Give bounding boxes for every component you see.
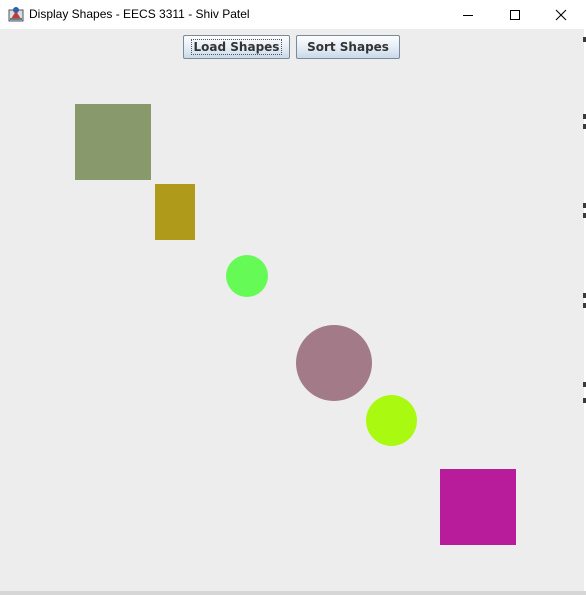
shape-circle [296,325,372,401]
minimize-button[interactable] [445,0,491,29]
load-shapes-label: Load Shapes [190,39,283,55]
minimize-icon [463,14,473,16]
maximize-icon [510,9,520,20]
app-window: Display Shapes - EECS 3311 - Shiv Patel … [0,0,586,595]
shape-square [440,469,516,545]
shape-square [75,104,151,180]
shape-circle [366,395,417,446]
close-icon [555,9,567,20]
java-app-icon [8,6,24,22]
shape-rectangle [155,184,195,240]
shape-circle [226,255,268,297]
title-bar[interactable]: Display Shapes - EECS 3311 - Shiv Patel [0,0,586,29]
load-shapes-button[interactable]: Load Shapes [183,35,290,59]
maximize-button[interactable] [492,0,538,29]
window-title: Display Shapes - EECS 3311 - Shiv Patel [29,7,250,21]
sort-shapes-label: Sort Shapes [307,40,389,54]
window-bottom-border [0,591,586,595]
sort-shapes-button[interactable]: Sort Shapes [296,35,400,59]
close-button[interactable] [538,0,584,29]
